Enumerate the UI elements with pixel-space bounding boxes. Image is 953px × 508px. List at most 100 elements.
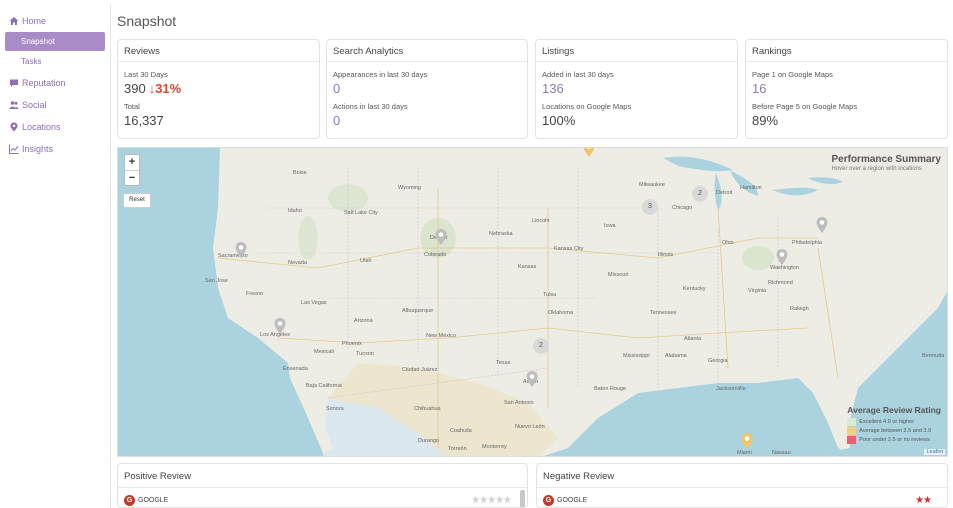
map-state-label: Oklahoma [548,310,574,316]
legend-swatch [847,417,857,426]
nav-tasks[interactable]: Tasks [5,52,105,71]
nav-snapshot[interactable]: Snapshot [5,32,105,51]
performance-summary-title: Performance Summary [831,154,942,165]
map-cluster[interactable]: 2 [692,186,708,202]
map-state-label: Missouri [608,272,629,278]
map-city-label: Chicago [672,205,693,211]
zoom-out-button[interactable]: − [125,170,139,185]
nav-locations-label: Locations [22,122,61,132]
map-city-label: Tulsa [543,292,557,298]
map-city-label: Milwaukee [639,182,665,188]
comment-icon [10,79,18,87]
sidebar: Home Snapshot Tasks Reputation Social Lo… [0,4,111,508]
listings-card-title: Listings [536,40,737,62]
map-city-label: Las Vegas [301,300,327,306]
users-icon [9,101,19,109]
reviews-value-total: 16,337 [124,113,164,128]
map-state-label: Kansas [518,264,537,270]
positive-review-scrollbar[interactable] [520,490,525,507]
search-analytics-card: Search Analytics Appearances in last 30 … [326,39,528,139]
search-value-appearances[interactable]: 0 [333,81,521,96]
map-state-label: Virginia [748,288,767,294]
map-marker-yellow-icon[interactable] [740,432,754,450]
map-state-label: Wyoming [398,185,421,191]
legend-row: Poor under 2.5 or no reviews [847,435,941,444]
map-city-label: Richmond [768,280,793,286]
map-pin-icon [10,122,18,132]
map-marker-gray-icon[interactable] [273,317,287,335]
positive-review-stars: ★★★★★ [471,495,512,506]
legend-swatch [847,426,857,435]
map-city-label: Salt Lake City [344,210,378,216]
listings-value-google: 100% [542,113,576,128]
map-state-label: Tennessee [650,310,677,316]
nav-reputation[interactable]: Reputation [0,73,110,93]
negative-review-row: G GOOGLE ★★ [537,488,947,506]
map-state-label: Idaho [288,208,302,214]
page-title: Snapshot [117,13,177,29]
reviews-card-title: Reviews [118,40,319,62]
search-value-actions[interactable]: 0 [333,113,521,128]
map-city-label: Kansas City [554,246,584,252]
map-city-label: Monterrey [482,444,507,450]
rankings-value-page1[interactable]: 16 [752,81,941,96]
positive-review-title: Positive Review [118,464,527,488]
nav-reputation-label: Reputation [22,78,66,88]
positive-review-row: G GOOGLE ★★★★★ [118,488,527,506]
search-card-title: Search Analytics [327,40,527,62]
map-cluster[interactable]: 2 [533,338,549,354]
map-marker-gray-icon[interactable] [775,248,789,266]
map-city-label: Baton Rouge [594,386,627,392]
nav-social[interactable]: Social [0,95,110,115]
map-city-label: Chihuahua [414,406,441,412]
nav-home-label: Home [22,16,47,26]
map-canvas [118,148,947,456]
negative-review-source: GOOGLE [557,497,588,504]
performance-map[interactable]: Boise Salt Lake City Denver Colorado Sac… [117,147,948,457]
map-city-label: Hamilton [740,185,762,191]
negative-review-stars: ★★ [915,495,932,506]
map-marker-yellow-icon[interactable] [582,147,596,158]
leaflet-attribution[interactable]: Leaflet [924,449,945,455]
nav-home[interactable]: Home [0,11,110,31]
reviews-card: Reviews Last 30 Days 390 ↓31% Total 16,33… [117,39,320,139]
nav-social-label: Social [22,100,47,110]
map-city-label: Colorado [424,252,447,258]
map-city-label: Nassau [772,450,791,456]
map-reset-button[interactable]: Reset [123,193,151,208]
map-city-label: Miami [737,450,752,456]
reviews-value-last30: 390 ↓31% [124,81,313,96]
nav-insights[interactable]: Insights [0,139,110,159]
listings-value-added[interactable]: 136 [542,81,731,96]
map-cluster[interactable]: 3 [642,199,658,215]
rankings-value-page5: 89% [752,113,779,128]
listings-label-added: Added in last 30 days [542,70,614,79]
legend-row: Average between 2.5 and 3.9 [847,426,941,435]
map-state-label: Iowa [604,223,616,229]
map-marker-gray-icon[interactable] [815,216,829,234]
map-marker-gray-icon[interactable] [434,228,448,246]
nav-insights-label: Insights [22,144,54,154]
legend-label: Average between 2.5 and 3.9 [859,427,932,434]
listings-label-google: Locations on Google Maps [542,102,632,111]
nav-locations[interactable]: Locations [0,117,110,137]
rating-legend: Average Review Rating Excellent 4.0 or h… [847,405,941,444]
reviews-label-last30: Last 30 Days [124,70,168,79]
map-city-label: Torreón [448,446,467,452]
map-city-label: Jacksonville [716,386,746,392]
reviews-count: 390 [124,81,146,96]
map-city-label: San Jose [205,278,228,284]
rankings-card: Rankings Page 1 on Google Maps 16 Before… [745,39,948,139]
map-marker-gray-icon[interactable] [234,241,248,259]
search-label-actions: Actions in last 30 days [333,102,408,111]
map-state-label: Utah [360,258,372,264]
performance-summary-subtitle: Hover over a region with locations [831,166,922,172]
reviews-delta: ↓31% [148,81,182,96]
zoom-in-button[interactable]: + [125,155,139,170]
home-icon [9,17,19,25]
map-state-label: Arizona [354,318,373,324]
positive-review-card: Positive Review G GOOGLE ★★★★★ [117,463,528,508]
rankings-card-title: Rankings [746,40,947,62]
map-city-label: Ensenada [283,366,308,372]
map-marker-gray-icon[interactable] [525,370,539,388]
